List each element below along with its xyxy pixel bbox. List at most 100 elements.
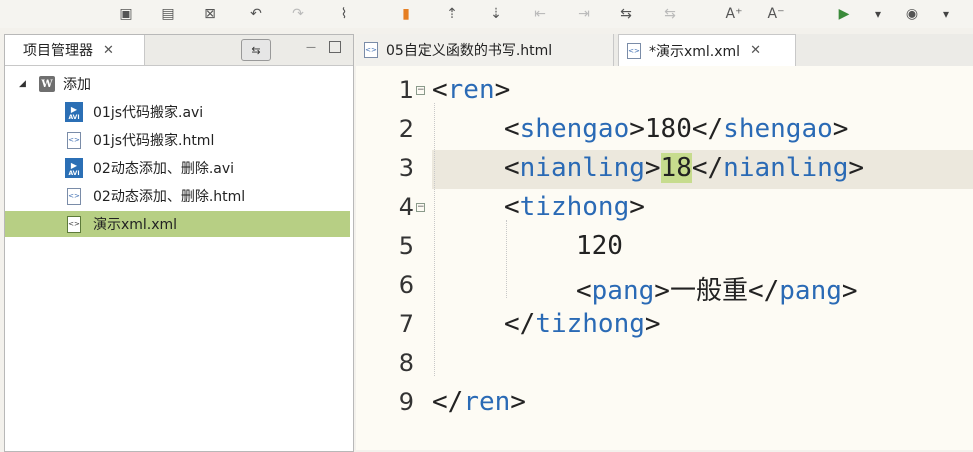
save-all-icon[interactable]: ▤	[158, 4, 178, 24]
line-number: 4	[398, 193, 414, 221]
tree-item-file[interactable]: ▶ AVI 02动态添加、删除.avi	[5, 155, 350, 181]
tag-name: shengao	[723, 114, 833, 144]
project-explorer-panel: 项目管理器 ✕ ⇆ — ◢ W 添加 ▶ AVI 01js代码搬家.avi <> 01js代码…	[4, 34, 354, 452]
run-icon[interactable]: ▶	[834, 4, 854, 24]
code-line[interactable]: 7 </tizhong>	[356, 306, 973, 345]
uncomment-icon[interactable]: ⇆	[660, 4, 680, 24]
editor-tab-label: *演示xml.xml	[649, 43, 741, 60]
expand-arrow-icon[interactable]: ◢	[19, 79, 26, 89]
tag-name: shengao	[519, 114, 630, 144]
line-number: 9	[398, 388, 414, 416]
project-explorer-tab[interactable]: 项目管理器 ✕	[5, 35, 145, 65]
code-line[interactable]: 4− <tizhong>	[356, 189, 973, 228]
move-down-icon[interactable]: ⇣	[486, 4, 506, 24]
tree-item-file[interactable]: <> 演示xml.xml	[5, 211, 350, 237]
editor-tab-active[interactable]: <> *演示xml.xml ✕	[618, 34, 796, 66]
panel-header: 项目管理器 ✕ ⇆ —	[5, 35, 353, 66]
code-line[interactable]: 9 </ren>	[356, 384, 973, 423]
code-token: </	[504, 309, 536, 339]
code-token: >	[644, 309, 661, 339]
close-icon[interactable]: ✕	[103, 43, 114, 58]
line-number: 3	[398, 154, 414, 182]
tree-item-file[interactable]: <> 02动态添加、删除.html	[5, 183, 350, 209]
tree-item-label: 01js代码搬家.html	[93, 133, 215, 149]
bookmark-icon[interactable]: ▮	[396, 4, 416, 24]
close-icon[interactable]: ✕	[750, 43, 761, 58]
code-line[interactable]: 6 <pang>一般重</pang>	[356, 267, 973, 306]
code-line[interactable]: 1− <ren>	[356, 72, 973, 111]
editor-tab-label: 05自定义函数的书写.html	[386, 43, 553, 59]
tag-name: pang	[779, 276, 842, 306]
xml-file-icon: <>	[67, 215, 81, 233]
line-number: 1	[398, 76, 414, 104]
code-token: >	[510, 387, 526, 417]
fold-icon[interactable]: −	[416, 86, 425, 95]
code-text: <pang>一般重</pang>	[576, 270, 858, 307]
line-number: 2	[398, 115, 414, 143]
line-number: 5	[398, 232, 414, 260]
tag-name: tizhong	[519, 192, 630, 222]
move-up-icon[interactable]: ⇡	[442, 4, 462, 24]
html-file-icon: <>	[67, 131, 81, 149]
code-token: <	[576, 276, 592, 306]
font-increase-icon[interactable]: A⁺	[724, 4, 744, 24]
code-line[interactable]: 8	[356, 345, 973, 384]
tree-item-label: 01js代码搬家.avi	[93, 105, 204, 121]
tag-name: tizhong	[535, 309, 645, 339]
xml-file-icon: <>	[627, 42, 641, 59]
main-toolbar: ▣ ▤ ⊠ ↶ ↷ ⌇ ▮ ⇡ ⇣ ⇤ ⇥ ⇆ ⇆ A⁺ A⁻ ▶ ▾ ◉ ▾	[0, 0, 973, 28]
video-file-icon: ▶ AVI	[65, 102, 83, 122]
code-token: <	[504, 153, 520, 183]
maximize-icon[interactable]	[329, 41, 341, 53]
code-line[interactable]: 5 120	[356, 228, 973, 267]
indent-right-icon[interactable]: ⇥	[574, 4, 594, 24]
code-token: 一般重	[669, 276, 748, 306]
line-number: 7	[398, 310, 414, 338]
editor-tab[interactable]: <> 05自定义函数的书写.html	[356, 34, 614, 66]
indent-guide	[434, 103, 435, 376]
tree-item-file[interactable]: ▶ AVI 01js代码搬家.avi	[5, 99, 350, 125]
browser-dropdown-icon[interactable]: ▾	[936, 4, 956, 24]
code-text: <shengao>180</shengao>	[504, 114, 848, 144]
tree-item-label: 02动态添加、删除.html	[93, 189, 246, 205]
fold-icon[interactable]: −	[416, 203, 425, 212]
code-token: <	[504, 192, 520, 222]
format-icon[interactable]: ⌇	[334, 4, 354, 24]
tree-item-label: 演示xml.xml	[93, 217, 178, 233]
code-token: >	[654, 276, 670, 306]
link-with-editor-button[interactable]: ⇆	[241, 39, 271, 61]
code-text: </tizhong>	[504, 309, 661, 339]
save-icon[interactable]: ▣	[116, 4, 136, 24]
minimize-icon[interactable]: —	[305, 41, 317, 53]
code-token: </	[747, 276, 780, 306]
tag-name: pang	[591, 276, 655, 306]
tree-item-project[interactable]: ◢ W 添加	[5, 71, 350, 97]
code-line[interactable]: 2 <shengao>180</shengao>	[356, 111, 973, 150]
redo-icon[interactable]: ↷	[288, 4, 308, 24]
code-editor[interactable]: 1− <ren> 2 <shengao>180</shengao> 3 <nianling…	[356, 66, 973, 450]
video-file-icon: ▶ AVI	[65, 158, 83, 178]
undo-icon[interactable]: ↶	[246, 4, 266, 24]
code-line-current[interactable]: 3 <nianling>18</nianling>	[399, 150, 973, 189]
code-token: >	[832, 114, 849, 144]
code-token: </	[432, 387, 464, 417]
tree-item-file[interactable]: <> 01js代码搬家.html	[5, 127, 350, 153]
font-decrease-icon[interactable]: A⁻	[766, 4, 786, 24]
code-token: >	[494, 75, 511, 105]
html-file-icon: <>	[364, 42, 378, 58]
code-token: <	[504, 114, 520, 144]
code-text: <tizhong>	[504, 192, 645, 222]
project-icon: W	[39, 76, 55, 92]
run-dropdown-icon[interactable]: ▾	[868, 4, 888, 24]
code-text: </ren>	[432, 387, 526, 417]
project-explorer-tab-label: 项目管理器	[23, 43, 93, 59]
indent-left-icon[interactable]: ⇤	[530, 4, 550, 24]
delete-icon[interactable]: ⊠	[200, 4, 220, 24]
code-text: 120	[576, 231, 623, 261]
indent-guide	[506, 220, 507, 298]
editor-tab-bar: <> 05自定义函数的书写.html <> *演示xml.xml ✕	[356, 34, 973, 67]
comment-icon[interactable]: ⇆	[616, 4, 636, 24]
code-token: <	[432, 75, 448, 105]
code-token: >	[644, 153, 661, 183]
browser-icon[interactable]: ◉	[902, 4, 922, 24]
